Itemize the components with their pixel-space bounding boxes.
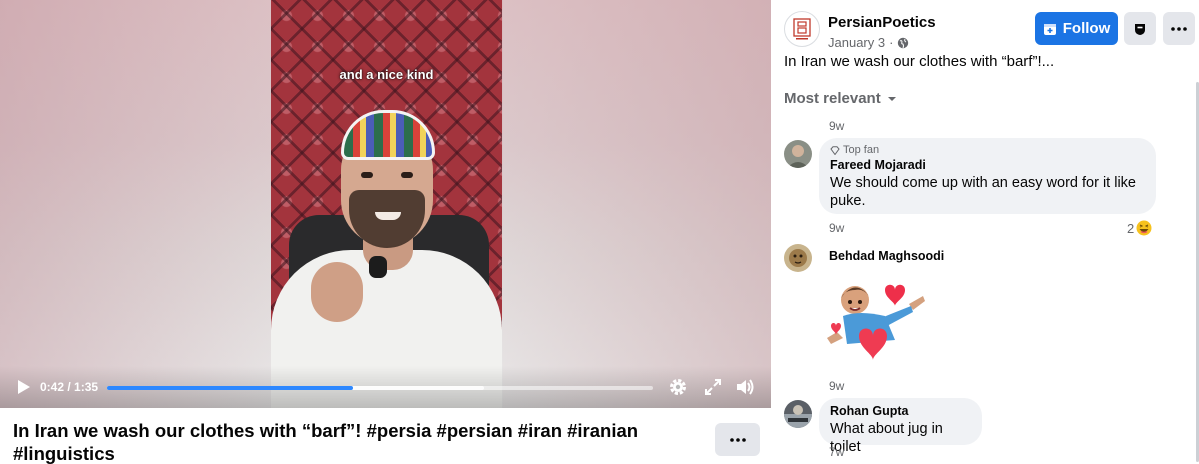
- comment-author[interactable]: Rohan Gupta: [830, 404, 970, 418]
- globe-icon: [898, 37, 909, 48]
- comment-bubble: Rohan Gupta What about jug in toilet: [819, 398, 982, 455]
- post-text: In Iran we wash our clothes with “barf”!…: [784, 53, 1055, 70]
- video-time: 0:42 / 1:35: [40, 380, 99, 394]
- avatar[interactable]: [784, 400, 812, 428]
- top-fan-badge: Top fan: [830, 144, 1144, 156]
- play-icon[interactable]: [14, 378, 32, 396]
- video-more-button[interactable]: [715, 423, 760, 456]
- volume-icon[interactable]: [735, 377, 755, 397]
- love-sticker-image: [823, 274, 927, 370]
- follow-button[interactable]: Follow: [1035, 12, 1118, 45]
- sort-label: Most relevant: [784, 90, 881, 107]
- comment-author[interactable]: Behdad Maghsoodi: [829, 249, 944, 263]
- page-name[interactable]: PersianPoetics: [828, 14, 936, 31]
- comment-time[interactable]: 7w: [829, 445, 844, 459]
- left-eye-shape: [361, 172, 373, 178]
- more-icon: [729, 437, 746, 442]
- more-icon: [1171, 26, 1187, 31]
- save-icon: [1135, 23, 1145, 35]
- avatar[interactable]: [784, 140, 812, 168]
- comment-text: We should come up with an easy word for …: [830, 175, 1136, 209]
- comment-time[interactable]: 9w: [829, 379, 844, 393]
- hand-shape: [311, 262, 363, 322]
- save-button[interactable]: [1124, 12, 1156, 45]
- right-eye-shape: [401, 172, 413, 178]
- hat-shape: [341, 110, 435, 160]
- comment-text: What about jug in toilet: [830, 421, 943, 455]
- microphone-shape: [369, 256, 387, 278]
- page-avatar[interactable]: [784, 11, 820, 47]
- video-title: In Iran we wash our clothes with “barf”!…: [13, 420, 639, 464]
- fullscreen-icon[interactable]: [703, 377, 723, 397]
- post-more-button[interactable]: [1163, 12, 1195, 45]
- comment-time[interactable]: 9w: [829, 221, 844, 235]
- reaction-number: 2: [1127, 220, 1135, 236]
- video-frame: and a nice kind: [271, 0, 502, 408]
- top-fan-label: Top fan: [843, 144, 880, 156]
- avatar[interactable]: [784, 244, 812, 272]
- video-controls: 0:42 / 1:35: [0, 366, 771, 408]
- reaction-count[interactable]: 2: [1127, 220, 1152, 236]
- post-sidebar: PersianPoetics January 3 · Follow In Ira…: [771, 0, 1199, 464]
- sort-comments-dropdown[interactable]: Most relevant: [784, 90, 897, 107]
- comment-bubble: Top fan Fareed Mojaradi We should come u…: [819, 138, 1156, 214]
- post-date-text[interactable]: January 3: [828, 35, 885, 50]
- comment-time[interactable]: 9w: [829, 119, 844, 133]
- persianpoetics-logo-icon: [793, 18, 811, 40]
- video-player[interactable]: and a nice kind 0:42 / 1:35: [0, 0, 771, 408]
- haha-reaction-icon: [1136, 220, 1152, 236]
- mouth-shape: [375, 212, 401, 220]
- follow-plus-icon: [1043, 23, 1056, 35]
- settings-icon[interactable]: [668, 377, 688, 397]
- comment-author[interactable]: Fareed Mojaradi: [830, 158, 1144, 172]
- video-progress-bar[interactable]: [107, 386, 653, 390]
- follow-label: Follow: [1062, 20, 1111, 37]
- diamond-icon: [830, 145, 840, 155]
- video-progress-fill: [107, 386, 353, 390]
- post-date: January 3 ·: [828, 35, 909, 50]
- video-caption: and a nice kind: [339, 67, 434, 82]
- dropdown-arrow-icon: [887, 96, 896, 101]
